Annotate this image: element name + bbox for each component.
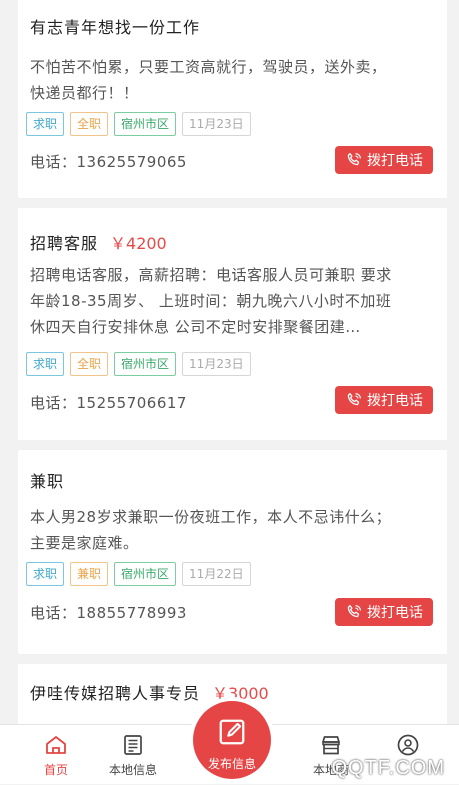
tag-job-mode: 全职	[70, 352, 109, 376]
tag-job-mode: 兼职	[70, 562, 109, 586]
tag-date: 11月23日	[182, 352, 251, 376]
tag-date: 11月22日	[182, 562, 251, 586]
listing-title: 伊哇传媒招聘人事专员	[30, 684, 201, 703]
shop-icon	[322, 736, 340, 755]
watermark-text: QQTF.COM	[331, 757, 445, 779]
call-button[interactable]: 拨打电话	[335, 386, 433, 414]
tag-list: 求职 全职 宿州市区 11月23日	[26, 112, 251, 136]
description-line: 本人男28岁求兼职一份夜班工作，本人不忌讳什么；	[30, 508, 392, 526]
edit-icon	[219, 719, 245, 745]
phone-number: 电话：18855778993	[30, 604, 187, 622]
tab-local-info-label: 本地信息	[108, 763, 157, 777]
publish-button-label: 发布信息	[207, 757, 256, 771]
bottom-tab-bar: 首页 本地信息 发布信息 本地商 我的 QQTF.COM	[0, 701, 459, 785]
call-button[interactable]: 拨打电话	[335, 146, 433, 174]
tag-category: 求职	[26, 352, 65, 376]
newspaper-icon	[124, 735, 142, 755]
phone-icon	[347, 604, 361, 618]
call-button[interactable]: 拨打电话	[335, 598, 433, 626]
tag-job-mode: 全职	[70, 112, 109, 136]
description-line: 休四天自行安排休息 公司不定时安排聚餐团建…	[30, 318, 361, 336]
listing-card[interactable]: 兼职 本人男28岁求兼职一份夜班工作，本人不忌讳什么； 主要是家庭难。 求职 兼…	[18, 450, 447, 654]
tag-list: 求职 兼职 宿州市区 11月22日	[26, 562, 251, 586]
listing-title: 兼职	[30, 472, 65, 491]
listing-title: 招聘客服	[30, 234, 99, 253]
tab-home[interactable]: 首页	[16, 725, 96, 785]
listing-card[interactable]: 有志青年想找一份工作 不怕苦不怕累，只要工资高就行，驾驶员，送外卖， 快递员都行…	[18, 0, 447, 198]
listing-description: 不怕苦不怕累，只要工资高就行，驾驶员，送外卖， 快递员都行！！	[30, 54, 435, 106]
tag-list: 求职 全职 宿州市区 11月23日	[26, 352, 251, 376]
phone-number: 电话：15255706617	[30, 394, 187, 412]
home-icon	[46, 736, 66, 754]
listing-description: 本人男28岁求兼职一份夜班工作，本人不忌讳什么； 主要是家庭难。	[30, 504, 435, 556]
call-button-label: 拨打电话	[367, 153, 423, 169]
tag-area: 宿州市区	[114, 352, 177, 376]
tag-category: 求职	[26, 562, 65, 586]
phone-icon	[347, 152, 361, 166]
listing-title-row: 招聘客服 ￥4200	[30, 230, 167, 254]
description-line: 招聘电话客服，高薪招聘：电话客服人员可兼职 要求	[30, 266, 392, 284]
listing-title: 有志青年想找一份工作	[30, 18, 201, 37]
listing-card[interactable]: 招聘客服 ￥4200 招聘电话客服，高薪招聘：电话客服人员可兼职 要求 年龄18…	[18, 208, 447, 440]
description-line: 年龄18-35周岁、 上班时间：朝九晚六八小时不加班	[30, 292, 392, 310]
publish-button[interactable]: 发布信息	[193, 701, 271, 779]
listing-title-row: 有志青年想找一份工作	[30, 14, 200, 38]
phone-number: 电话：13625579065	[30, 153, 187, 171]
description-line: 不怕苦不怕累，只要工资高就行，驾驶员，送外卖，	[30, 58, 387, 76]
listing-title-row: 兼职	[30, 468, 64, 492]
tag-area: 宿州市区	[114, 562, 177, 586]
tag-category: 求职	[26, 112, 65, 136]
listing-price: ￥4200	[110, 234, 167, 253]
tag-date: 11月23日	[182, 112, 251, 136]
user-icon	[397, 734, 419, 756]
description-line: 快递员都行！！	[30, 84, 139, 102]
call-button-label: 拨打电话	[367, 605, 423, 621]
tab-home-label: 首页	[43, 763, 68, 777]
phone-icon	[347, 392, 361, 406]
tag-area: 宿州市区	[114, 112, 177, 136]
listing-description: 招聘电话客服，高薪招聘：电话客服人员可兼职 要求 年龄18-35周岁、 上班时间…	[30, 262, 435, 340]
listing-price: ￥3000	[212, 684, 269, 703]
call-button-label: 拨打电话	[367, 393, 423, 409]
description-line: 主要是家庭难。	[30, 534, 139, 552]
tab-local-info[interactable]: 本地信息	[93, 725, 173, 785]
